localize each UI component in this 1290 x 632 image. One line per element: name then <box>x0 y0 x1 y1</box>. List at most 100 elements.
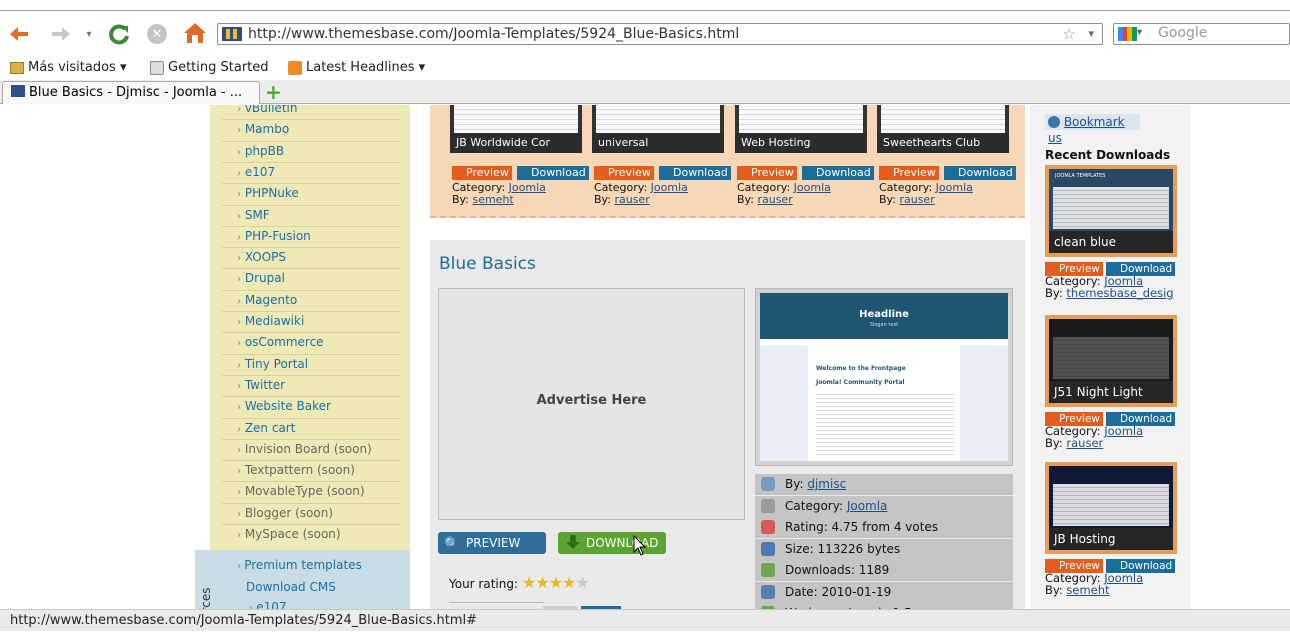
sidebar-item[interactable]: › Tiny Portal <box>237 357 308 371</box>
download-link[interactable]: Download <box>517 166 589 180</box>
category-link[interactable]: Joomla <box>936 181 973 194</box>
sidebar-item[interactable]: › PHP-Fusion <box>237 229 311 243</box>
preview-link[interactable]: Preview <box>879 166 939 180</box>
stop-icon[interactable]: ✕ <box>147 24 167 44</box>
rating-stars[interactable]: ★★★★★ <box>522 573 590 592</box>
reload-icon[interactable] <box>108 23 130 45</box>
recent-template-thumbnail[interactable]: J51 Night Light <box>1045 315 1177 407</box>
sidebar-item[interactable]: › Mambo <box>237 122 289 136</box>
download-link[interactable]: Download <box>659 166 731 180</box>
sidebar-item[interactable]: › XOOPS <box>237 250 286 264</box>
info-link[interactable]: djmisc <box>807 477 846 491</box>
search-bar[interactable]: ▾ Google <box>1113 23 1290 45</box>
back-arrow-icon[interactable] <box>8 25 30 43</box>
sidebar-item-premium-templates[interactable]: › Premium templates <box>237 558 362 572</box>
site-favicon-icon <box>222 27 242 41</box>
sidebar-divider <box>222 396 400 398</box>
bookmark-us-link[interactable]: Bookmark us <box>1045 114 1140 145</box>
download-link[interactable]: Download <box>944 166 1016 180</box>
divider <box>449 602 544 603</box>
star-filled-icon[interactable]: ★ <box>562 573 576 592</box>
sidebar-item[interactable]: › vBulletin <box>237 105 297 115</box>
author-link[interactable]: rauser <box>1066 436 1103 450</box>
sidebar-item[interactable]: › e107 <box>237 165 275 179</box>
star-empty-icon[interactable]: ★ <box>575 573 589 592</box>
preview-slogan: Slogan text <box>869 322 899 328</box>
sidebar-item[interactable]: › Textpattern (soon) <box>237 463 355 477</box>
sidebar-item[interactable]: › SMF <box>237 208 270 222</box>
download-link[interactable]: Download <box>802 166 874 180</box>
star-filled-icon[interactable]: ★ <box>549 573 563 592</box>
sidebar-item-label: Zen cart <box>244 420 296 435</box>
url-dropdown-icon[interactable]: ▾ <box>1088 24 1094 44</box>
author-link[interactable]: rauser <box>757 193 792 206</box>
template-detail-panel: Blue Basics Advertise Here Headline Slog… <box>430 240 1025 609</box>
preview-portal: Joomla! Community Portal <box>816 379 905 386</box>
sidebar-divider <box>222 438 400 440</box>
sidebar-item[interactable]: › MovableType (soon) <box>237 484 365 498</box>
author-link[interactable]: semeht <box>472 193 513 206</box>
sidebar-arrow-icon: › <box>237 487 241 499</box>
sidebar-arrow-icon: › <box>237 253 241 265</box>
star-filled-icon[interactable]: ★ <box>522 573 536 592</box>
url-bar[interactable]: http://www.themesbase.com/Joomla-Templat… <box>217 23 1103 45</box>
template-thumbnail[interactable]: Web Hosting <box>735 105 867 153</box>
sidebar-item-label: Blogger (soon) <box>244 505 334 520</box>
sidebar-item[interactable]: › PHPNuke <box>237 186 299 200</box>
category-link[interactable]: Joomla <box>651 181 688 194</box>
bookmark-getting-started[interactable]: Getting Started <box>150 60 269 75</box>
right-column: Bookmark us Recent Downloads JOOMLA TEMP… <box>1030 105 1190 609</box>
sidebar-item[interactable]: › MySpace (soon) <box>237 527 341 541</box>
bookmark-us-label: Bookmark us <box>1048 115 1125 145</box>
bookmark-latest-headlines[interactable]: Latest Headlines ▾ <box>288 60 425 75</box>
category-link[interactable]: Joomla <box>794 181 831 194</box>
sidebar-item[interactable]: › Twitter <box>237 378 285 392</box>
search-engine-icon[interactable]: ▾ <box>1118 27 1142 41</box>
forward-arrow-icon[interactable] <box>50 25 72 43</box>
category-link[interactable]: Joomla <box>509 181 546 194</box>
author-link[interactable]: rauser <box>614 193 649 206</box>
star-bookmark-icon[interactable]: ☆ <box>1063 24 1076 44</box>
sidebar-item-download-cms[interactable]: Download CMS <box>246 580 336 594</box>
sidebar-item[interactable]: › Zen cart <box>237 421 295 435</box>
author-link[interactable]: rauser <box>899 193 934 206</box>
preview-left-menu <box>760 345 808 461</box>
sidebar-item[interactable]: › Drupal <box>237 271 285 285</box>
sidebar-item[interactable]: › osCommerce <box>237 335 324 349</box>
template-thumbnail[interactable]: universal <box>592 105 724 153</box>
sidebar-item[interactable]: › phpBB <box>237 144 284 158</box>
preview-link[interactable]: Preview <box>594 166 654 180</box>
sidebar-item-label: e107 <box>244 164 276 179</box>
bookmark-most-visited[interactable]: Más visitados ▾ <box>10 60 126 75</box>
sidebar-item[interactable]: › Invision Board (soon) <box>237 442 372 456</box>
sidebar-item[interactable]: › Mediawiki <box>237 314 304 328</box>
history-dropdown-icon[interactable]: ▾ <box>82 25 96 43</box>
tab-blue-basics[interactable]: Blue Basics - Djmisc - Joomla - ... <box>2 81 260 104</box>
sidebar-arrow-icon: › <box>237 402 241 414</box>
thumbnail-name: universal <box>592 133 724 153</box>
recent-template-thumbnail[interactable]: JOOMLA TEMPLATES clean blue <box>1045 165 1177 257</box>
home-icon[interactable] <box>182 21 208 45</box>
template-thumbnail[interactable]: Sweethearts Club <box>877 105 1009 153</box>
download-button[interactable]: DOWNLOAD <box>558 532 666 554</box>
author-link[interactable]: themesbase_desig <box>1066 286 1173 300</box>
preview-button[interactable]: 🔍 PREVIEW <box>438 532 546 554</box>
category-link[interactable]: Joomla <box>1104 424 1143 438</box>
sidebar-item[interactable]: › Blogger (soon) <box>237 506 333 520</box>
preview-link[interactable]: Preview <box>452 166 512 180</box>
category-link[interactable]: Joomla <box>1104 571 1143 585</box>
sidebar-item-e107-sub[interactable]: › e107 <box>249 600 286 609</box>
recent-template-thumbnail[interactable]: JB Hosting <box>1045 462 1177 554</box>
thumbnail-header-text: JOOMLA TEMPLATES <box>1055 173 1106 179</box>
preview-link[interactable]: Preview <box>737 166 797 180</box>
info-link[interactable]: Joomla <box>847 499 888 513</box>
advertisement-box[interactable]: Advertise Here <box>438 288 745 520</box>
sidebar-divider <box>222 332 400 334</box>
sidebar-item[interactable]: › Website Baker <box>237 399 331 413</box>
star-filled-icon[interactable]: ★ <box>535 573 549 592</box>
author-link[interactable]: semeht <box>1066 583 1109 597</box>
template-screenshot[interactable]: Headline Slogan text Welcome to the Fron… <box>755 288 1013 466</box>
template-thumbnail[interactable]: JB Worldwide Cor <box>450 105 582 153</box>
sidebar-item[interactable]: › Magento <box>237 293 297 307</box>
new-tab-plus-icon[interactable]: + <box>265 82 283 102</box>
